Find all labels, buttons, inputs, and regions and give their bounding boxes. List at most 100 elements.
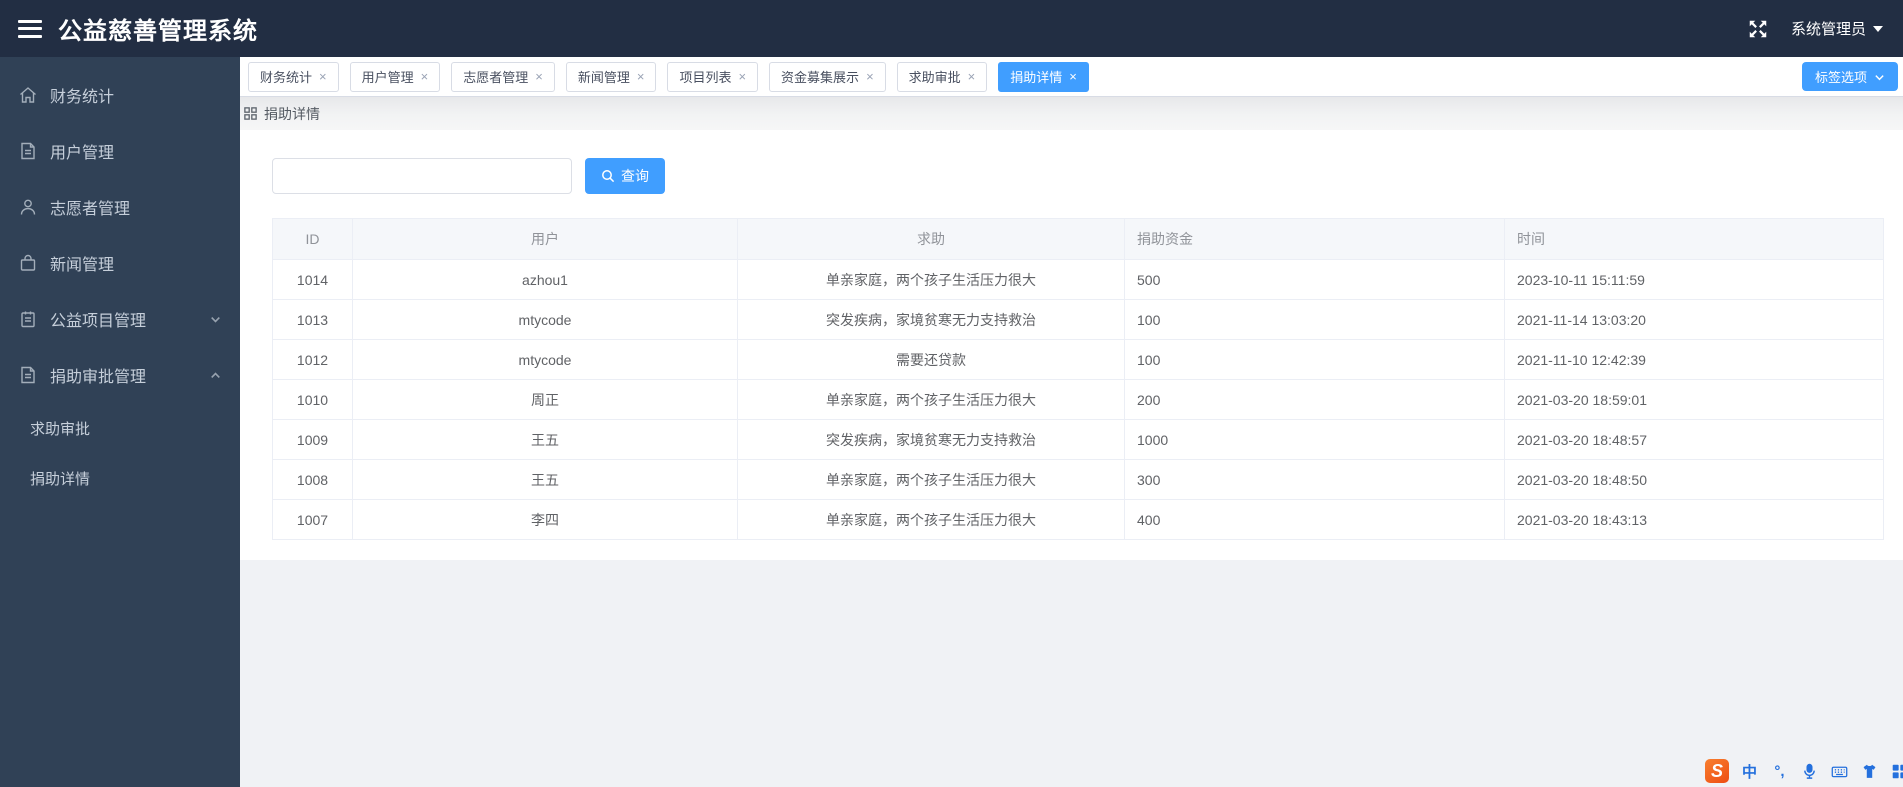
tab-user-management[interactable]: 用户管理 × — [349, 61, 441, 92]
home-icon — [18, 85, 38, 105]
tags-bar: 财务统计 × 用户管理 × 志愿者管理 × 新闻管理 × 项目列表 × 资金募集展示 × 求助审批 × 捐助… — [240, 57, 1903, 97]
tab-close-icon[interactable]: × — [738, 70, 746, 83]
table-row: 1013 mtycode 突发疾病，家境贫寒无力支持救治 100 2021-11-14 … — [272, 299, 1884, 340]
table-cell: 2021-03-20 18:48:57 — [1504, 419, 1884, 460]
tab-close-icon[interactable]: × — [866, 70, 874, 83]
tab-label: 财务统计 — [260, 70, 313, 85]
table-cell: 1012 — [272, 339, 353, 380]
caret-down-icon — [1873, 25, 1883, 32]
tab-label: 求助审批 — [908, 70, 961, 85]
sidebar-item-label: 志愿者管理 — [50, 201, 131, 218]
app-header: 公益慈善管理系统 系统管理员 — [0, 0, 1903, 57]
tab-close-icon[interactable]: × — [637, 70, 645, 83]
tab-label: 志愿者管理 — [463, 70, 529, 85]
sidebar-item-label: 新闻管理 — [50, 257, 115, 274]
fullscreen-icon[interactable] — [1747, 18, 1769, 40]
skin-icon[interactable] — [1860, 762, 1879, 781]
table-cell: 400 — [1124, 499, 1505, 540]
column-header: ID — [272, 218, 353, 260]
chevron-down-icon — [1874, 71, 1885, 82]
microphone-icon[interactable] — [1800, 762, 1819, 781]
sidebar-menu: 财务统计 用户管理志愿者管理新闻管理公益项目管理捐助审批管理 求助审批 捐助详情 — [0, 67, 240, 503]
sidebar-item-finance-stats[interactable]: 财务统计 — [0, 67, 240, 123]
table-cell: 周正 — [352, 379, 738, 420]
table-cell: 1000 — [1124, 419, 1505, 460]
tab-help-approval[interactable]: 求助审批 × — [896, 61, 988, 92]
tab-donation-detail[interactable]: 捐助详情 × — [998, 61, 1089, 92]
table-cell: 需要还贷款 — [737, 339, 1125, 380]
user-icon — [18, 197, 38, 217]
column-header: 时间 — [1504, 218, 1884, 260]
table-row: 1009 王五 突发疾病，家境贫寒无力支持救治 1000 2021-03-20 18:4… — [272, 419, 1884, 460]
table-cell: 300 — [1124, 459, 1505, 500]
tab-volunteer-management[interactable]: 志愿者管理 × — [451, 61, 555, 92]
sidebar-item-label: 公益项目管理 — [50, 313, 147, 330]
table-row: 1008 王五 单亲家庭，两个孩子生活压力很大 300 2021-03-20 18:48… — [272, 459, 1884, 500]
tag-options-button[interactable]: 标签选项 — [1801, 62, 1898, 91]
tab-close-icon[interactable]: × — [421, 70, 429, 83]
toolbox-icon[interactable] — [1890, 762, 1903, 781]
grid-icon — [243, 106, 258, 121]
table-cell: mtycode — [352, 299, 738, 340]
document-icon — [18, 141, 38, 161]
tab-label: 项目列表 — [679, 70, 732, 85]
user-dropdown[interactable]: 系统管理员 — [1791, 18, 1883, 39]
keyboard-icon[interactable] — [1830, 762, 1849, 781]
tab-news-management[interactable]: 新闻管理 × — [565, 61, 657, 92]
tab-close-icon[interactable]: × — [535, 70, 543, 83]
table-cell: 2021-03-20 18:59:01 — [1504, 379, 1884, 420]
column-header: 用户 — [352, 218, 738, 260]
sidebar-item-volunteer-management[interactable]: 志愿者管理 — [0, 179, 240, 235]
tab-close-icon[interactable]: × — [968, 70, 976, 83]
table-cell: 2023-10-11 15:11:59 — [1504, 259, 1884, 300]
hamburger-menu-icon[interactable] — [18, 19, 42, 38]
table-row: 1014 azhou1 单亲家庭，两个孩子生活压力很大 500 2023-10-11 1… — [272, 259, 1884, 300]
table-header: ID 用户 求助 捐助资金 时间 — [272, 218, 1884, 260]
table-cell: 突发疾病，家境贫寒无力支持救治 — [737, 419, 1125, 460]
sogou-logo-icon[interactable]: S — [1705, 759, 1729, 783]
sidebar-item-news-management[interactable]: 新闻管理 — [0, 235, 240, 291]
table-cell: mtycode — [352, 339, 738, 380]
tab-finance-stats[interactable]: 财务统计 × — [248, 61, 339, 92]
header-right: 系统管理员 — [1747, 18, 1883, 40]
table-cell: 王五 — [352, 419, 738, 460]
search-row: 查询 — [272, 158, 1883, 194]
sidebar-item-user-management[interactable]: 用户管理 — [0, 123, 240, 179]
tab-fund-raising-display[interactable]: 资金募集展示 × — [769, 61, 886, 92]
sidebar: 财务统计 用户管理志愿者管理新闻管理公益项目管理捐助审批管理 求助审批 捐助详情 — [0, 57, 240, 787]
sidebar-subitem-help-approval[interactable]: 求助审批 — [0, 403, 240, 453]
search-icon — [601, 169, 615, 183]
table-cell: 李四 — [352, 499, 738, 540]
breadcrumb: 捐助详情 — [240, 97, 1903, 130]
table-cell: 2021-03-20 18:48:50 — [1504, 459, 1884, 500]
chinese-mode-icon[interactable]: 中 — [1740, 762, 1759, 781]
table-cell: 2021-03-20 18:43:13 — [1504, 499, 1884, 540]
query-button-label: 查询 — [621, 168, 649, 184]
search-input[interactable] — [272, 158, 572, 194]
breadcrumb-label: 捐助详情 — [264, 105, 320, 122]
sidebar-subitem-donation-detail[interactable]: 捐助详情 — [0, 453, 240, 503]
table-cell: 100 — [1124, 339, 1505, 380]
tab-label: 资金募集展示 — [781, 70, 860, 85]
sidebar-item-project-management[interactable]: 公益项目管理 — [0, 291, 240, 347]
table-cell: 500 — [1124, 259, 1505, 300]
tab-close-icon[interactable]: × — [1069, 70, 1077, 83]
table-cell: 1008 — [272, 459, 353, 500]
ime-toolbar: S 中 °, — [1705, 759, 1903, 783]
table-cell: 单亲家庭，两个孩子生活压力很大 — [737, 499, 1125, 540]
sidebar-item-donation-approval-management[interactable]: 捐助审批管理 — [0, 347, 240, 403]
table-cell: azhou1 — [352, 259, 738, 300]
app-title: 公益慈善管理系统 — [58, 18, 258, 45]
table-cell: 1014 — [272, 259, 353, 300]
column-header: 捐助资金 — [1124, 218, 1505, 260]
table-cell: 2021-11-10 12:42:39 — [1504, 339, 1884, 380]
tab-project-list[interactable]: 项目列表 × — [667, 61, 759, 92]
tab-close-icon[interactable]: × — [319, 70, 327, 83]
tab-label: 用户管理 — [361, 70, 414, 85]
document-icon — [18, 365, 38, 385]
notebook-icon — [18, 309, 38, 329]
tab-label: 新闻管理 — [577, 70, 630, 85]
query-button[interactable]: 查询 — [585, 158, 665, 194]
column-header: 求助 — [737, 218, 1125, 260]
punctuation-icon[interactable]: °, — [1770, 762, 1789, 781]
